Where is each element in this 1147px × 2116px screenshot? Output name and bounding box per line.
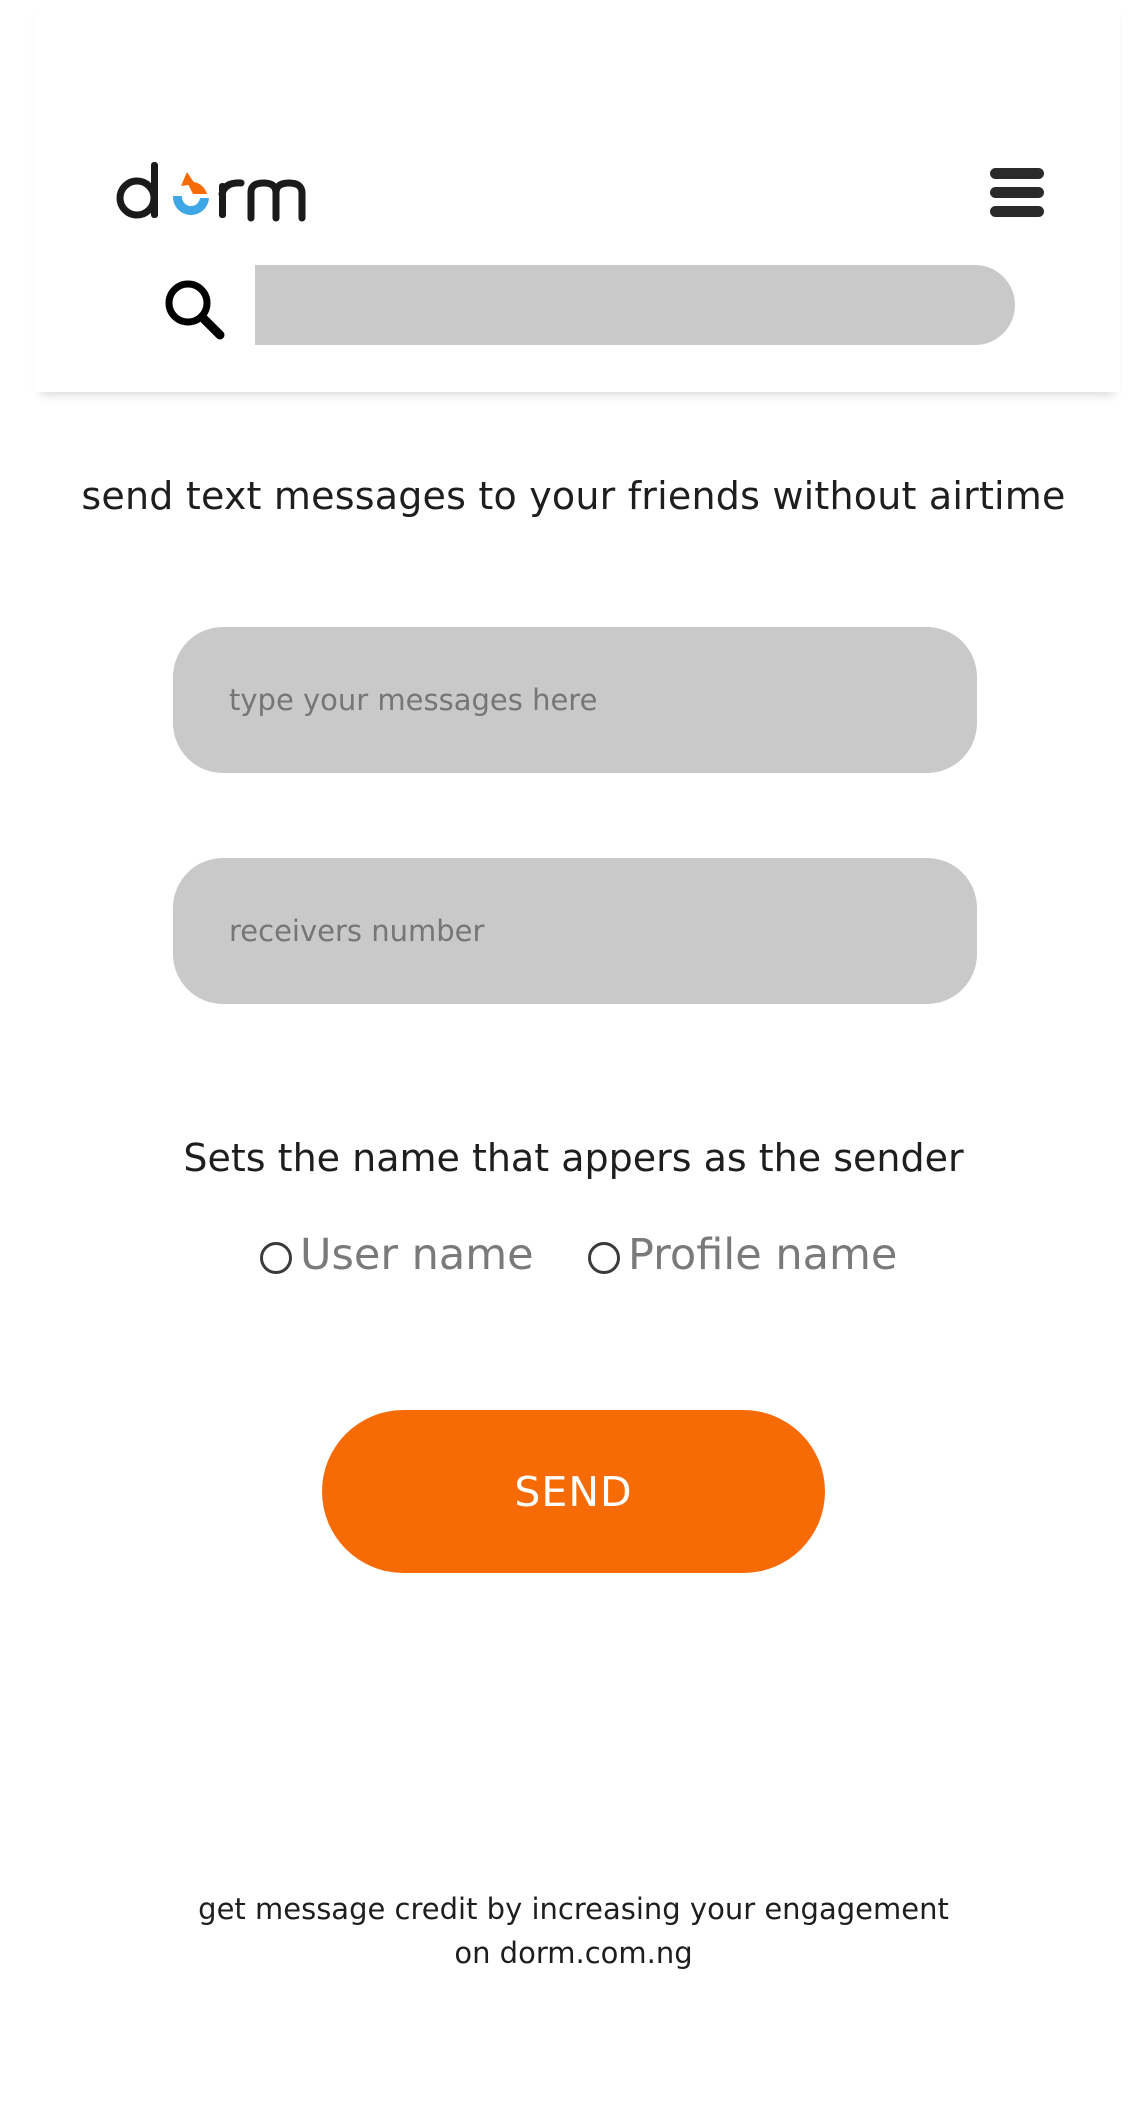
sender-option-username-label: User name bbox=[300, 1230, 534, 1280]
hamburger-menu-icon[interactable] bbox=[990, 168, 1044, 218]
dorm-logo[interactable] bbox=[115, 158, 315, 226]
footer-line-2: on dorm.com.ng bbox=[454, 1936, 693, 1970]
footer-note: get message credit by increasing your en… bbox=[0, 1887, 1147, 1975]
sender-name-label: Sets the name that appers as the sender bbox=[183, 1136, 964, 1180]
sender-option-profile-name[interactable]: Profile name bbox=[588, 1225, 897, 1285]
search-input[interactable] bbox=[255, 265, 1015, 345]
receiver-number-input[interactable] bbox=[173, 858, 977, 1004]
message-input[interactable] bbox=[173, 627, 977, 773]
page-tagline: send text messages to your friends witho… bbox=[81, 474, 1066, 518]
sender-option-profile-name-label: Profile name bbox=[628, 1230, 898, 1280]
send-button[interactable]: SEND bbox=[322, 1410, 825, 1573]
sender-option-username[interactable]: User name bbox=[260, 1225, 534, 1285]
app-header bbox=[35, 0, 1120, 392]
footer-line-1: get message credit by increasing your en… bbox=[198, 1892, 949, 1926]
radio-button-username[interactable] bbox=[260, 1242, 292, 1274]
search-icon[interactable] bbox=[160, 275, 230, 345]
radio-button-profile-name[interactable] bbox=[588, 1242, 620, 1274]
